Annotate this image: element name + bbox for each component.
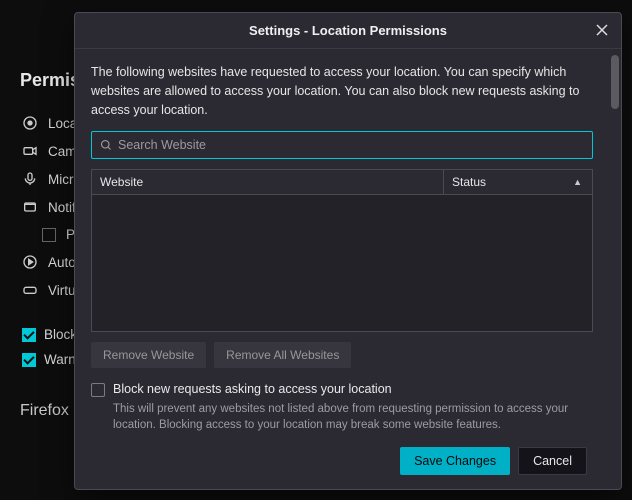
checkbox-icon	[42, 228, 56, 242]
cancel-button[interactable]: Cancel	[518, 447, 587, 475]
camera-icon	[22, 143, 38, 159]
dialog-titlebar: Settings - Location Permissions	[75, 13, 621, 49]
microphone-icon	[22, 171, 38, 187]
checkbox-checked-icon	[22, 353, 36, 367]
location-permissions-dialog: Settings - Location Permissions The foll…	[74, 12, 622, 490]
column-header-website[interactable]: Website	[92, 170, 444, 194]
block-new-checkbox[interactable]	[91, 383, 105, 397]
notifications-icon	[22, 199, 38, 215]
block-new-description: This will prevent any websites not liste…	[113, 401, 593, 433]
search-icon	[100, 139, 112, 151]
checkbox-checked-icon	[22, 328, 36, 342]
close-button[interactable]	[591, 19, 613, 41]
location-icon	[22, 115, 38, 131]
search-field-wrapper[interactable]	[91, 131, 593, 159]
save-changes-button[interactable]: Save Changes	[400, 447, 510, 475]
autoplay-icon	[22, 254, 38, 270]
dialog-title: Settings - Location Permissions	[249, 23, 447, 38]
scrollbar-thumb[interactable]	[611, 55, 619, 109]
search-input[interactable]	[118, 132, 584, 158]
dialog-footer: Save Changes Cancel	[91, 433, 607, 489]
remove-website-button[interactable]: Remove Website	[91, 342, 206, 368]
dialog-description: The following websites have requested to…	[91, 63, 607, 119]
block-new-requests-row[interactable]: Block new requests asking to access your…	[91, 382, 593, 397]
table-header: Website Status ▲	[91, 169, 593, 195]
remove-buttons-row: Remove Website Remove All Websites	[91, 342, 607, 368]
dialog-body: The following websites have requested to…	[75, 49, 621, 489]
vr-icon	[22, 282, 38, 298]
block-new-label: Block new requests asking to access your…	[113, 382, 392, 396]
column-header-status[interactable]: Status ▲	[444, 170, 592, 194]
websites-table-body	[91, 195, 593, 332]
close-icon	[596, 24, 608, 36]
sort-arrow-icon: ▲	[573, 177, 582, 187]
remove-all-websites-button[interactable]: Remove All Websites	[214, 342, 351, 368]
